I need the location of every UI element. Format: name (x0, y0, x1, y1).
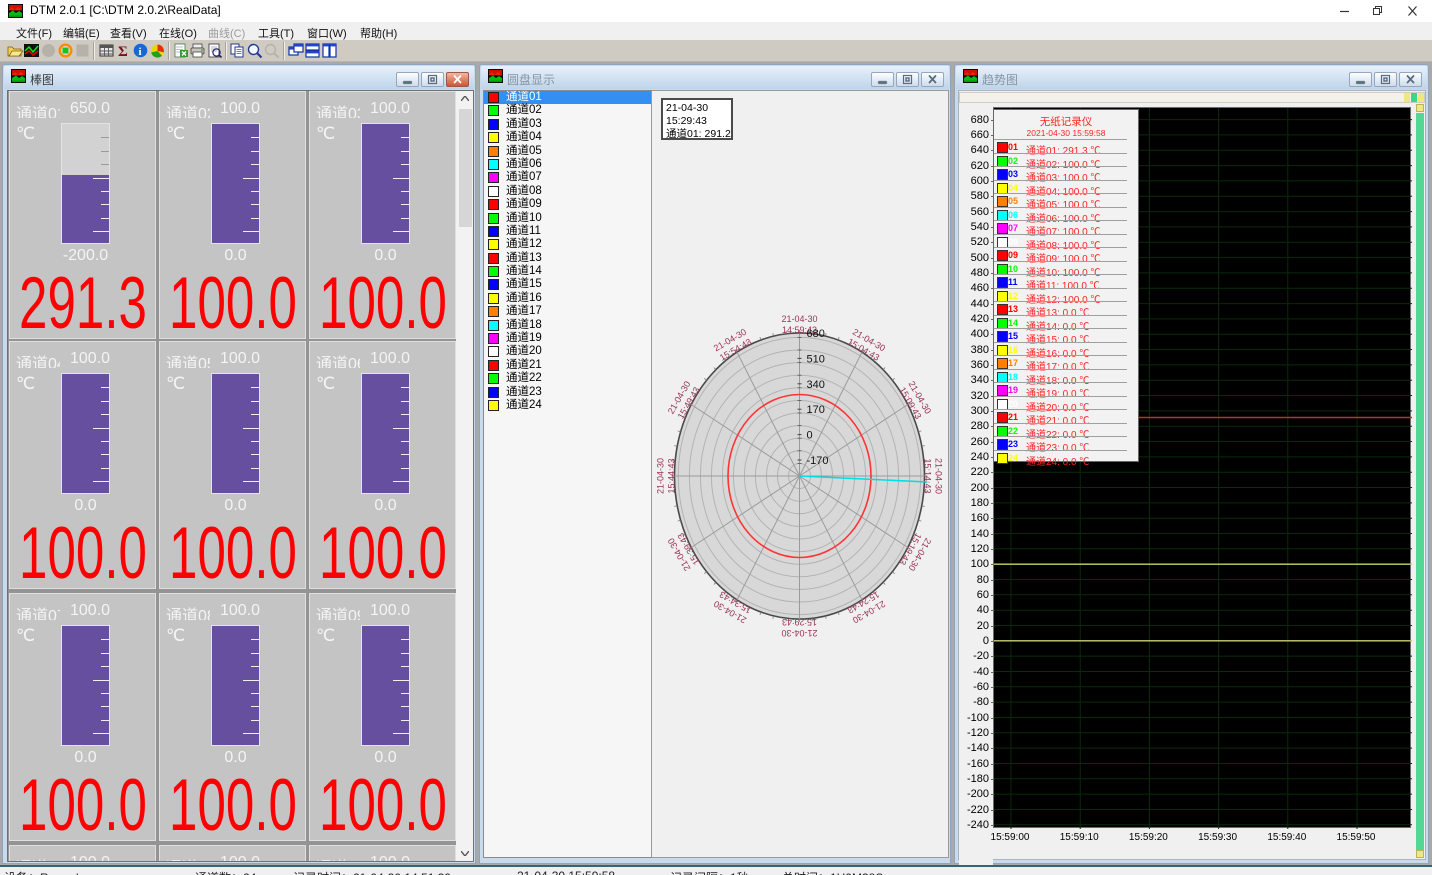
svg-text:510: 510 (807, 353, 825, 365)
svg-text:21-04-30: 21-04-30 (781, 628, 817, 638)
svg-text:15:14:43: 15:14:43 (923, 458, 933, 493)
svg-text:21-04-30: 21-04-30 (781, 314, 817, 324)
svg-text:170: 170 (807, 404, 825, 416)
svg-text:15:44:43: 15:44:43 (667, 458, 677, 493)
svg-text:Σ: Σ (118, 44, 128, 60)
svg-text:-170: -170 (807, 455, 829, 467)
svg-text:680: 680 (807, 328, 825, 340)
svg-text:0: 0 (807, 430, 813, 442)
svg-text:21-04-30: 21-04-30 (656, 458, 666, 494)
svg-text:i: i (139, 46, 142, 58)
svg-text:340: 340 (807, 379, 825, 391)
svg-text:21-04-30: 21-04-30 (934, 458, 944, 494)
svg-text:15:29:43: 15:29:43 (782, 617, 817, 627)
